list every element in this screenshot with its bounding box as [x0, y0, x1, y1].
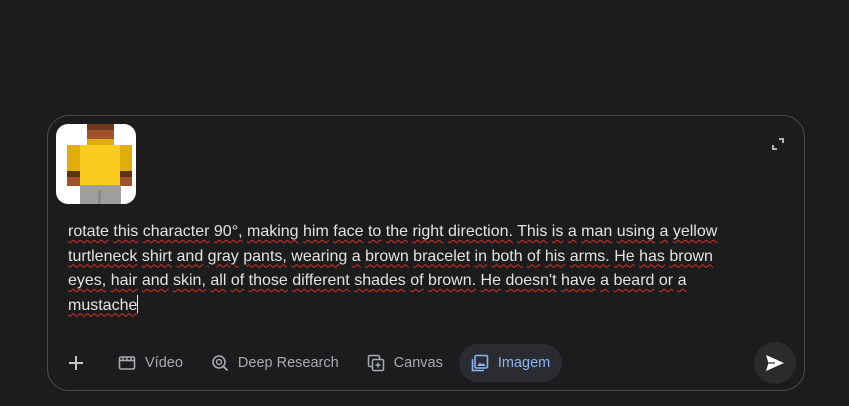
prompt-word: and — [141, 272, 169, 289]
expand-icon[interactable] — [770, 136, 786, 152]
prompt-word: shades — [354, 272, 406, 289]
prompt-word: rotate — [68, 223, 109, 240]
prompt-word: all — [210, 272, 227, 289]
prompt-word: both — [491, 247, 523, 265]
tool-deep-research-label: Deep Research — [237, 355, 339, 371]
prompt-word: arms. — [569, 247, 610, 265]
prompt-word: turtleneck — [68, 247, 138, 265]
prompt-word: skin, — [173, 272, 206, 289]
prompt-word: of — [527, 247, 541, 265]
prompt-word: have — [560, 272, 596, 289]
prompt-word: This — [517, 223, 548, 240]
prompt-word: the — [385, 223, 408, 240]
prompt-word: 90°, — [213, 223, 243, 240]
prompt-word: in — [474, 247, 487, 265]
deep-research-icon — [211, 354, 229, 372]
prompt-word: using — [616, 223, 655, 240]
prompt-word: of — [410, 272, 424, 289]
prompt-word: character — [142, 223, 210, 240]
prompt-word: to — [367, 223, 382, 240]
send-button[interactable] — [754, 342, 796, 384]
tool-image-label: Imagem — [497, 355, 551, 371]
tool-canvas-label: Canvas — [393, 355, 443, 371]
prompt-word: is — [551, 223, 564, 240]
prompt-word: of — [230, 272, 245, 289]
prompt-word: him — [303, 223, 329, 240]
prompt-word: and — [176, 247, 204, 265]
tool-video-button[interactable]: Vídeo — [106, 344, 195, 382]
tool-canvas-button[interactable]: Canvas — [355, 344, 455, 382]
text-cursor — [137, 294, 139, 313]
prompt-word: brown — [669, 247, 713, 265]
prompt-word: has — [639, 247, 665, 265]
prompt-word: beard — [613, 272, 655, 289]
composer-toolbar: Vídeo Deep Research Canvas Imagem — [58, 343, 566, 383]
tool-video-label: Vídeo — [145, 355, 183, 371]
prompt-word: face — [333, 223, 364, 240]
prompt-word: direction. — [448, 223, 513, 240]
prompt-word: his — [544, 247, 566, 265]
prompt-word: wearing — [291, 247, 348, 265]
prompt-word: a — [567, 223, 577, 240]
tool-deep-research-button[interactable]: Deep Research — [199, 344, 351, 382]
prompt-word: right — [412, 223, 444, 240]
prompt-word: mustache — [68, 296, 138, 314]
prompt-word: yellow — [672, 223, 718, 240]
image-icon — [471, 354, 489, 372]
prompt-line: turtleneck shirt and gray pants, wearing… — [68, 245, 768, 270]
prompt-word: hair — [110, 272, 138, 289]
prompt-word: a — [659, 223, 669, 240]
prompt-word: eyes, — [68, 272, 107, 289]
prompt-line: eyes, hair and skin, all of those differ… — [68, 269, 768, 294]
prompt-word: a — [600, 272, 610, 289]
prompt-word: pants, — [243, 247, 287, 265]
prompt-word: shirt — [141, 247, 173, 265]
prompt-word: gray — [207, 247, 239, 265]
prompt-word: man — [581, 223, 613, 240]
prompt-word: a — [677, 272, 687, 289]
prompt-line: rotate this character 90°, making him fa… — [68, 220, 768, 245]
prompt-word: making — [246, 223, 299, 240]
attached-image-thumbnail[interactable] — [56, 124, 136, 204]
prompt-word: brown. — [428, 272, 477, 289]
prompt-word: a — [351, 247, 361, 265]
pixel-character-image — [67, 124, 132, 204]
prompt-word: He — [480, 272, 501, 289]
plus-icon — [69, 356, 83, 370]
video-icon — [118, 354, 136, 372]
prompt-word: this — [113, 223, 139, 240]
prompt-word: brown — [365, 247, 409, 265]
prompt-input[interactable]: rotate this character 90°, making him fa… — [68, 220, 768, 318]
prompt-line: mustache — [68, 294, 768, 319]
prompt-composer[interactable]: rotate this character 90°, making him fa… — [47, 115, 805, 391]
tool-image-button[interactable]: Imagem — [458, 344, 563, 382]
prompt-word: those — [248, 272, 288, 289]
prompt-word: He — [614, 247, 635, 265]
prompt-word: doesn't — [505, 272, 557, 289]
prompt-word: or — [658, 272, 674, 289]
prompt-word: bracelet — [413, 247, 471, 265]
add-attachment-button[interactable] — [58, 345, 94, 381]
canvas-icon — [367, 354, 385, 372]
send-icon — [766, 355, 784, 371]
prompt-word: different — [292, 272, 350, 289]
